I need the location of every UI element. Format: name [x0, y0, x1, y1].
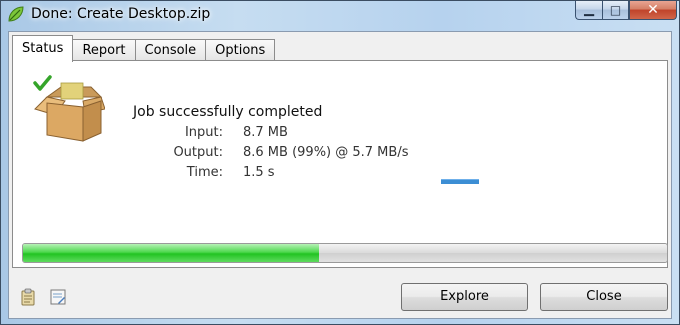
- job-progress-fill: [23, 244, 320, 262]
- window-controls: ▁ □ ✕: [575, 1, 677, 21]
- job-progress-bar: [22, 243, 668, 263]
- app-window: Done: Create Desktop.zip ▁ □ ✕ Status Re…: [0, 0, 680, 325]
- clipboard-icon[interactable]: [19, 288, 37, 306]
- title-bar[interactable]: Done: Create Desktop.zip ▁ □ ✕: [1, 1, 680, 31]
- tab-report[interactable]: Report: [72, 39, 136, 61]
- close-icon: ✕: [647, 2, 659, 18]
- explore-button[interactable]: Explore: [401, 283, 528, 311]
- close-window-button[interactable]: ✕: [629, 1, 677, 20]
- tab-console[interactable]: Console: [134, 39, 207, 61]
- leaf-app-icon: [8, 6, 24, 22]
- tab-status[interactable]: Status: [12, 35, 74, 62]
- stat-label: Time:: [186, 165, 223, 180]
- tab-strip: Status Report Console Options: [12, 35, 276, 62]
- maximize-button[interactable]: □: [602, 1, 629, 20]
- status-panel: Job successfully completed Input: 8.7 MB…: [12, 60, 668, 268]
- log-icon[interactable]: [49, 288, 67, 306]
- stat-value: 8.7 MB: [243, 125, 288, 140]
- job-status-message: Job successfully completed: [133, 104, 323, 120]
- window-title: Done: Create Desktop.zip: [31, 6, 211, 22]
- stat-label: Output:: [173, 145, 223, 160]
- dialog-client-area: Status Report Console Options Job succes…: [8, 31, 672, 319]
- stat-value: 8.6 MB (99%) @ 5.7 MB/s: [243, 145, 409, 160]
- stat-label: Input:: [184, 125, 223, 140]
- close-button[interactable]: Close: [540, 283, 668, 311]
- stat-value: 1.5 s: [243, 165, 275, 180]
- compression-ratio-bar: [441, 179, 479, 184]
- maximize-icon: □: [609, 3, 622, 17]
- minimize-icon: ▁: [584, 2, 594, 17]
- minimize-button[interactable]: ▁: [575, 1, 602, 20]
- tab-options[interactable]: Options: [205, 39, 276, 61]
- archive-box-icon: [33, 75, 105, 142]
